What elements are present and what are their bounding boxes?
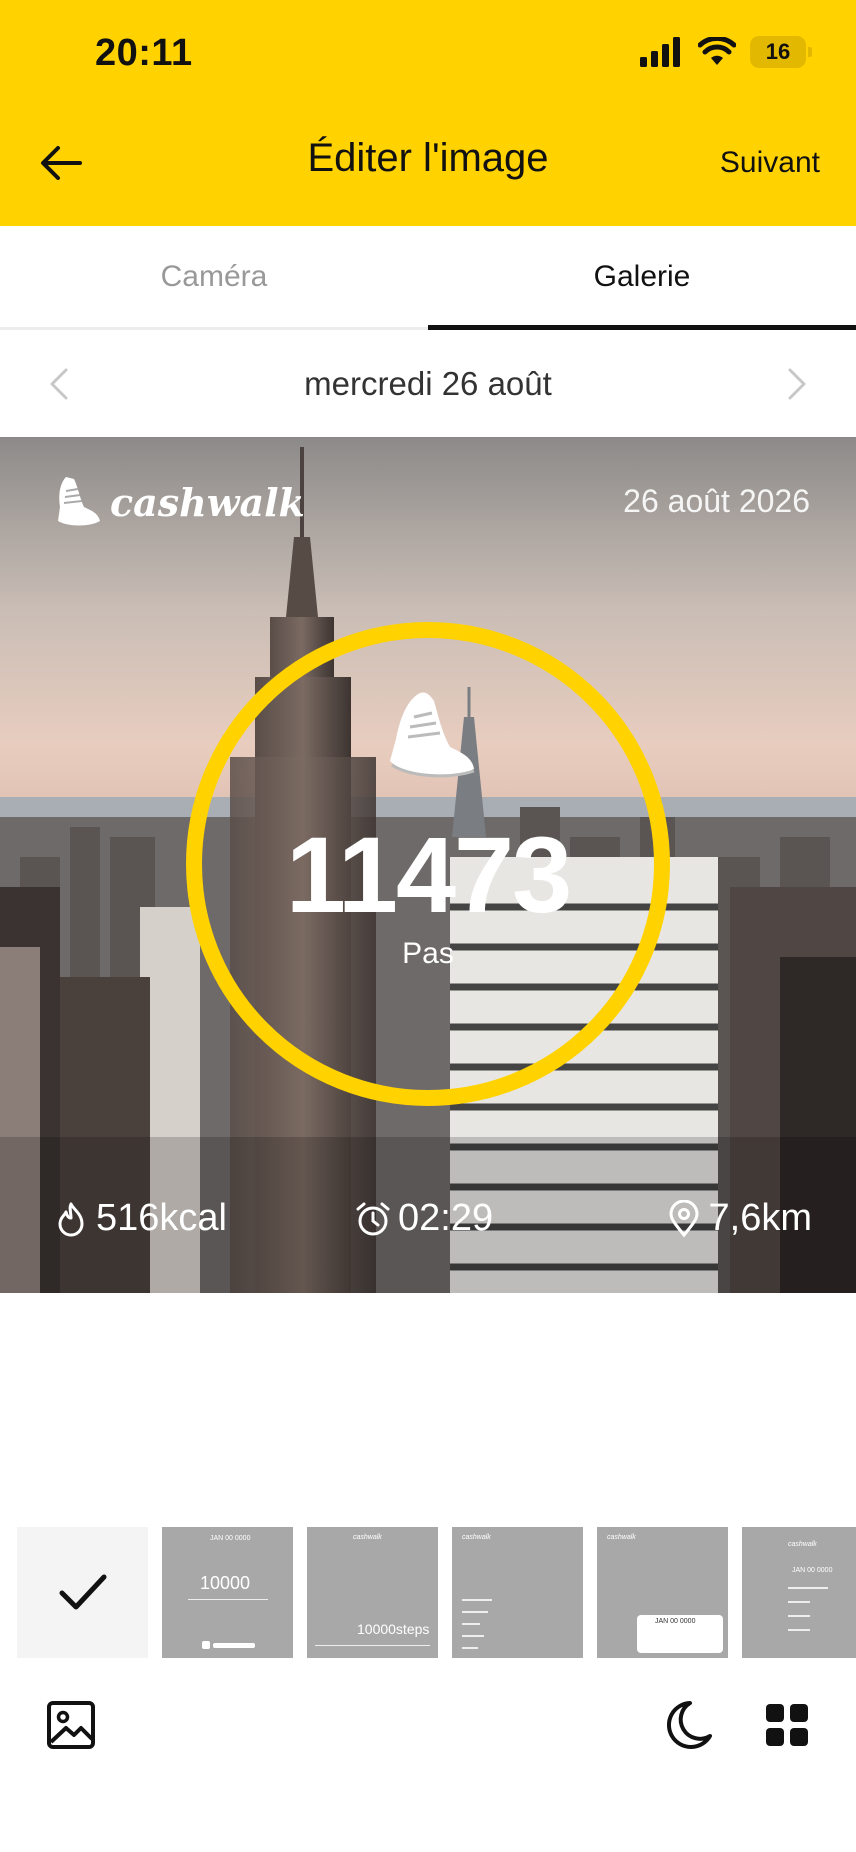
chevron-right-icon[interactable] bbox=[778, 366, 814, 402]
step-count-label: Pas bbox=[402, 937, 454, 970]
thumb-brand-logo bbox=[202, 1641, 255, 1649]
thumb-date: JAN 00 0000 bbox=[792, 1567, 833, 1574]
card-date: 26 août 2026 bbox=[623, 483, 810, 519]
status-icons: 16 bbox=[640, 36, 812, 68]
date-navigator: mercredi 26 août bbox=[0, 330, 856, 437]
next-button[interactable]: Suivant bbox=[720, 146, 820, 180]
battery-indicator: 16 bbox=[750, 36, 812, 68]
duration-value: 02:29 bbox=[398, 1197, 494, 1239]
signal-icon bbox=[640, 37, 680, 67]
top-bar: 20:11 16 Éditer l'image Suivant bbox=[0, 0, 856, 226]
thumb-brand: cashwalk bbox=[353, 1534, 382, 1541]
thumb-line bbox=[462, 1647, 478, 1649]
tab-gallery[interactable]: Galerie bbox=[428, 226, 856, 330]
shoe-icon bbox=[58, 477, 100, 526]
thumb-divider bbox=[315, 1645, 430, 1646]
thumb-line bbox=[788, 1587, 828, 1589]
thumb-line bbox=[788, 1615, 810, 1617]
alarm-clock-icon bbox=[356, 1202, 390, 1235]
thumb-date: JAN 00 0000 bbox=[655, 1618, 696, 1625]
sneaker-icon bbox=[390, 692, 475, 778]
thumb-brand: cashwalk bbox=[462, 1534, 491, 1541]
battery-level: 16 bbox=[765, 39, 791, 64]
template-thumb[interactable]: JAN 00 0000 10000 bbox=[162, 1527, 293, 1658]
thumb-line bbox=[462, 1611, 488, 1613]
thumb-line bbox=[462, 1599, 492, 1601]
chevron-left-icon[interactable] bbox=[42, 366, 78, 402]
calories-value: 516kcal bbox=[96, 1197, 227, 1239]
thumb-steps: 10000 bbox=[200, 1573, 251, 1593]
wifi-icon bbox=[698, 37, 736, 65]
thumb-divider bbox=[188, 1599, 268, 1600]
thumb-brand: cashwalk bbox=[788, 1541, 817, 1548]
moon-icon[interactable] bbox=[660, 1698, 714, 1752]
photo-preview[interactable]: cashwalk 26 août 2026 11473 Pas 516kcal … bbox=[0, 437, 856, 1293]
thumb-steps: 10000steps bbox=[357, 1621, 430, 1637]
distance-stat: 7,6km bbox=[665, 1197, 812, 1240]
tab-camera[interactable]: Caméra bbox=[0, 226, 428, 327]
location-pin-icon bbox=[669, 1199, 699, 1237]
thumb-line bbox=[788, 1629, 810, 1631]
step-count: 11473 bbox=[285, 814, 572, 935]
brand-name: cashwalk bbox=[110, 479, 305, 525]
date-label: mercredi 26 août bbox=[304, 364, 552, 402]
template-thumb[interactable]: cashwalk 10000steps bbox=[307, 1527, 438, 1658]
template-thumb[interactable]: cashwalk bbox=[452, 1527, 583, 1658]
thumb-line bbox=[462, 1635, 484, 1637]
flame-icon bbox=[58, 1202, 84, 1236]
template-thumb-selected[interactable] bbox=[17, 1527, 148, 1658]
thumb-date: JAN 00 0000 bbox=[210, 1535, 251, 1542]
thumb-stats-card: JAN 00 0000 bbox=[637, 1615, 723, 1653]
source-tabs: Caméra Galerie bbox=[0, 226, 856, 330]
thumb-brand: cashwalk bbox=[607, 1534, 636, 1541]
brand-logo: cashwalk bbox=[56, 475, 305, 529]
gallery-image-icon[interactable] bbox=[44, 1698, 98, 1752]
thumb-line bbox=[462, 1623, 480, 1625]
status-time: 20:11 bbox=[95, 32, 193, 74]
duration-stat: 02:29 bbox=[354, 1197, 493, 1240]
template-strip: JAN 00 0000 10000 cashwalk 10000steps ca… bbox=[17, 1527, 856, 1659]
template-thumb[interactable]: cashwalk JAN 00 0000 bbox=[597, 1527, 728, 1658]
distance-value: 7,6km bbox=[708, 1197, 812, 1239]
checkmark-icon bbox=[59, 1574, 106, 1609]
grid-layout-icon[interactable] bbox=[760, 1698, 814, 1752]
thumb-line bbox=[788, 1601, 810, 1603]
calories-stat: 516kcal bbox=[52, 1197, 227, 1240]
template-thumb[interactable]: cashwalk JAN 00 0000 bbox=[742, 1527, 856, 1658]
